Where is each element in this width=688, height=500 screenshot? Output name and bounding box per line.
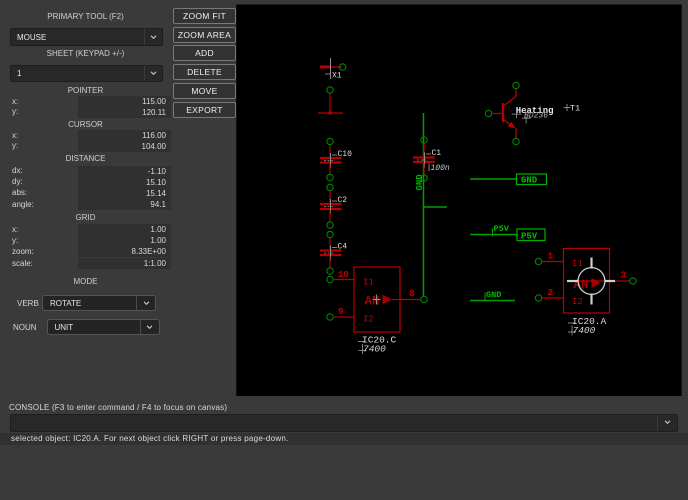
svg-text:I2: I2 [363,315,374,325]
svg-text:C10: C10 [338,150,353,159]
svg-text:GND: GND [486,290,501,300]
svg-text:GND: GND [415,174,425,191]
svg-text:8: 8 [409,288,415,299]
svg-text:I2: I2 [572,297,583,307]
svg-text:1: 1 [548,251,554,262]
svg-text:9: 9 [338,306,344,317]
svg-text:10: 10 [338,270,349,280]
svg-text:C1: C1 [432,149,442,158]
svg-text:AN: AN [365,295,380,309]
svg-text:BD236: BD236 [524,112,548,121]
svg-text:C2: C2 [338,196,348,205]
svg-text:P5V: P5V [494,224,510,234]
svg-text:3: 3 [621,270,627,281]
svg-text:P5V: P5V [521,232,538,242]
svg-text:7400: 7400 [363,344,386,355]
svg-text:7400: 7400 [573,325,596,336]
svg-text:2: 2 [548,287,554,298]
svg-text:I1: I1 [572,259,583,269]
svg-text:100n: 100n [431,164,450,173]
svg-text:T1: T1 [570,104,580,114]
svg-text:X1: X1 [332,72,342,81]
svg-text:C4: C4 [338,243,348,252]
svg-text:I1: I1 [363,278,374,288]
svg-text:GND: GND [521,176,538,186]
